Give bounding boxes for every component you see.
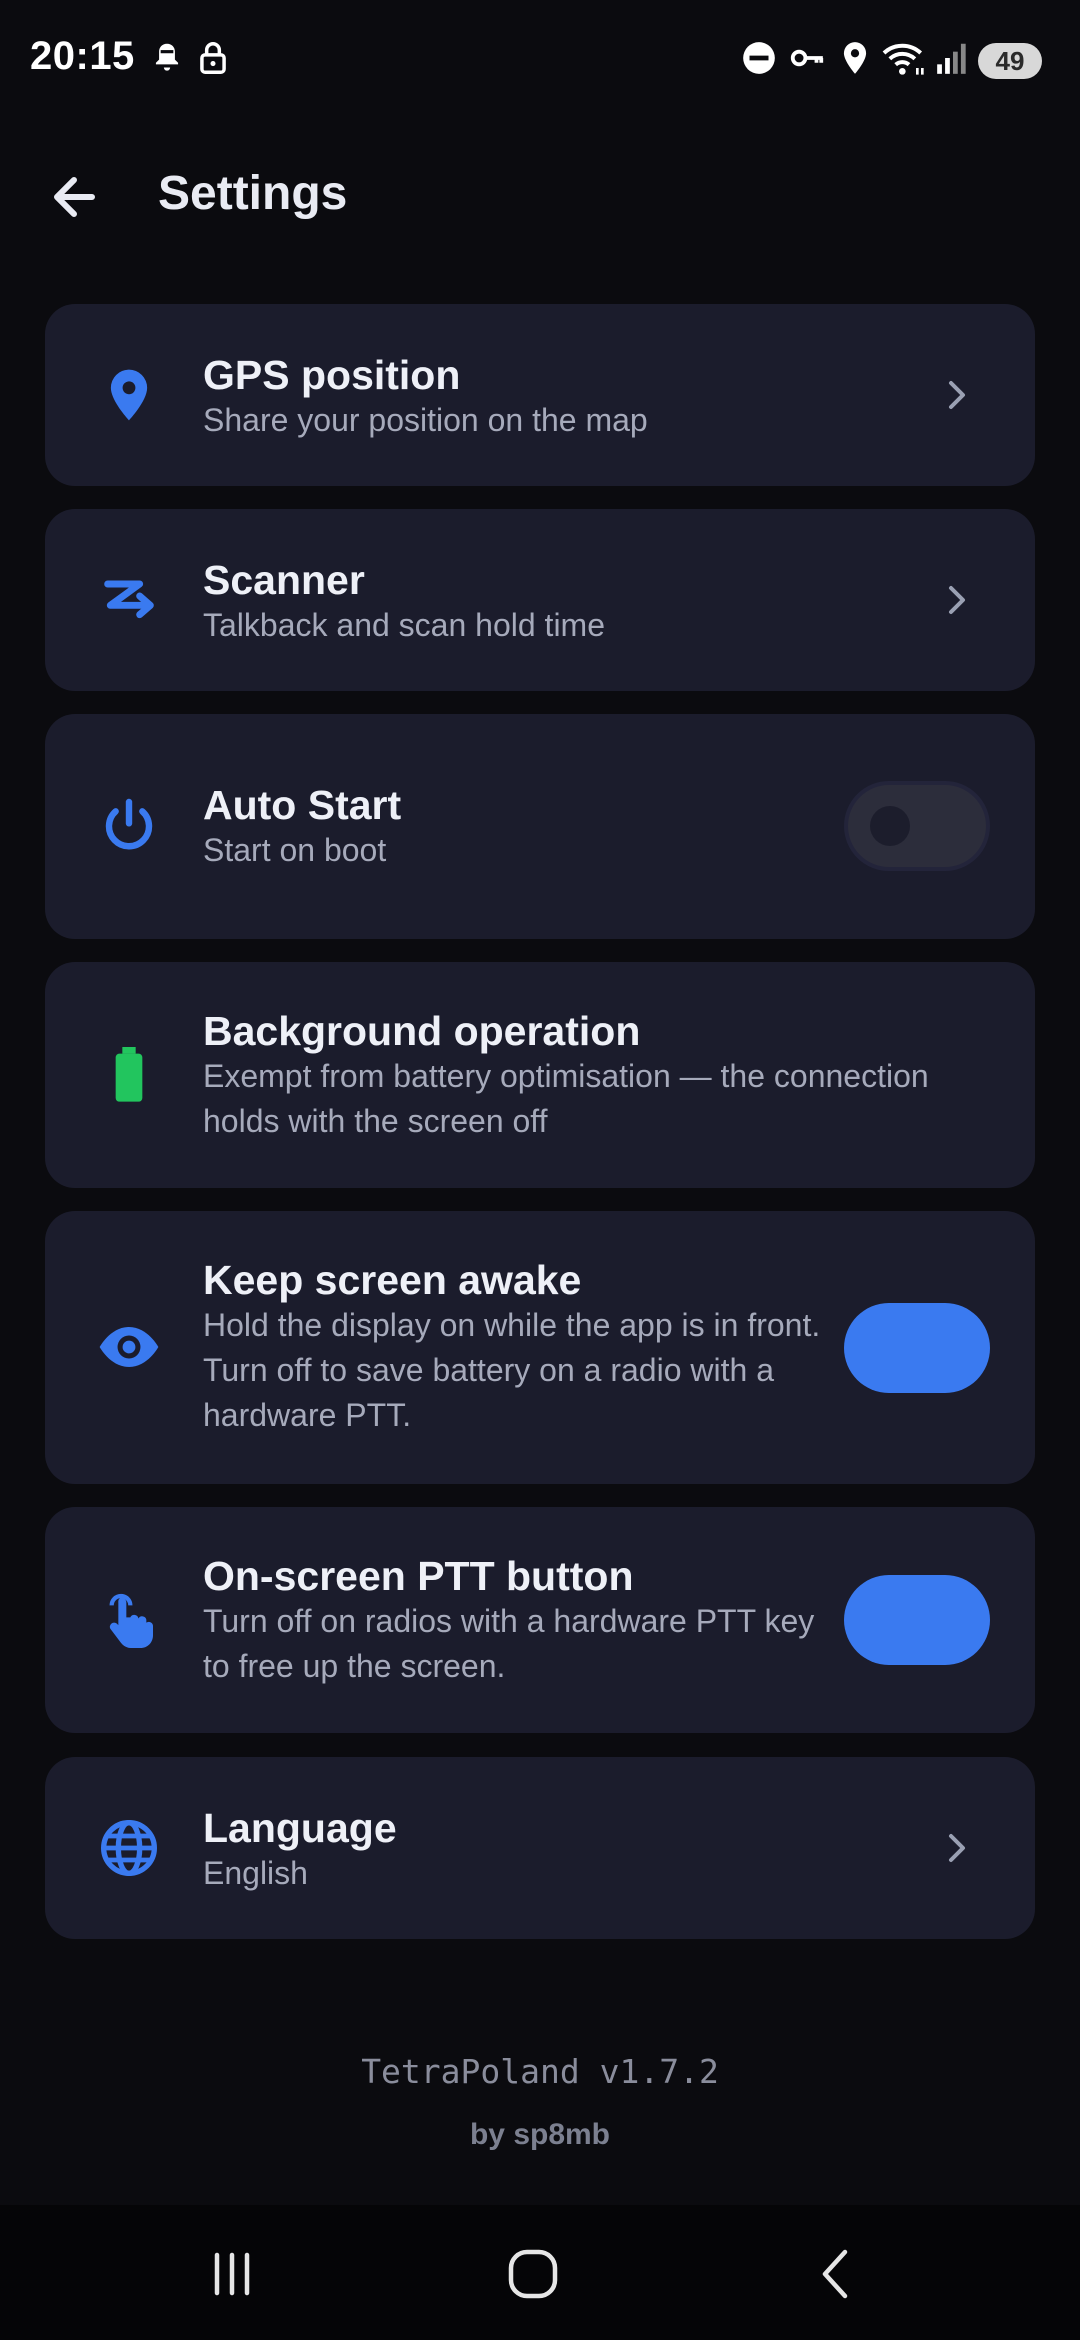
setting-title: Language [203,1805,397,1851]
setting-language[interactable]: Language English [45,1757,1035,1939]
power-icon [97,794,161,858]
location-icon [836,38,874,78]
setting-subtitle-line: Exempt from battery optimisation — the c… [203,1058,929,1094]
signal-icon [934,38,972,78]
home-button[interactable] [499,2241,569,2307]
setting-title: Keep screen awake [203,1257,582,1303]
setting-subtitle-line: holds with the screen off [203,1103,548,1139]
setting-auto-start[interactable]: Auto Start Start on boot [45,714,1035,939]
setting-subtitle: English [203,1855,308,1891]
app-header: Settings [0,150,1080,240]
setting-background-operation[interactable]: Background operation Exempt from battery… [45,962,1035,1188]
dnd-icon [740,38,778,78]
app-version: TetraPoland v1.7.2 [361,2052,719,2091]
scanner-icon [97,568,161,632]
setting-subtitle: Share your position on the map [203,402,648,438]
wifi-icon [880,38,928,78]
setting-keep-screen-awake[interactable]: Keep screen awake Hold the display on wh… [45,1211,1035,1484]
recents-icon [214,2252,250,2296]
auto-start-toggle[interactable] [844,781,990,871]
chevron-right-icon [939,576,975,624]
eye-icon [97,1315,161,1379]
keep-screen-awake-toggle[interactable] [844,1303,990,1393]
setting-subtitle-line: hardware PTT. [203,1397,412,1433]
setting-subtitle: Start on boot [203,832,387,868]
arrow-left-icon [54,177,95,217]
chevron-right-icon [939,371,975,419]
setting-text: Language English [203,1805,895,1896]
home-icon [508,2249,558,2299]
status-bar: 20:15 49 [0,0,1080,120]
setting-scanner[interactable]: Scanner Talkback and scan hold time [45,509,1035,691]
location-pin-icon [97,363,161,427]
setting-text: Scanner Talkback and scan hold time [203,557,895,648]
setting-title: Scanner [203,557,365,603]
status-time: 20:15 [30,34,135,78]
setting-subtitle: Talkback and scan hold time [203,607,605,643]
page-title: Settings [158,167,348,220]
back-chevron-icon [822,2249,848,2299]
setting-title: GPS position [203,352,461,398]
notification-bell-icon [148,38,186,78]
setting-text: Auto Start Start on boot [203,782,895,873]
vpn-key-icon [788,38,826,78]
setting-title: Background operation [203,1008,641,1054]
toggle-knob [870,806,910,846]
navigation-bar [0,2205,1080,2340]
nav-back-button[interactable] [801,2241,871,2307]
setting-text: Background operation Exempt from battery… [203,1008,995,1144]
battery-icon [97,1043,161,1107]
recents-button[interactable] [197,2241,267,2307]
globe-icon [97,1816,161,1880]
setting-gps-position[interactable]: GPS position Share your position on the … [45,304,1035,486]
back-button[interactable] [40,164,116,230]
battery-indicator: 49 [978,43,1042,79]
app-author: by sp8mb [469,2118,611,2151]
on-screen-ptt-toggle[interactable] [844,1575,990,1665]
lock-icon [194,38,232,78]
touch-icon [97,1588,161,1652]
setting-on-screen-ptt[interactable]: On-screen PTT button Turn off on radios … [45,1507,1035,1733]
setting-text: GPS position Share your position on the … [203,352,895,443]
setting-title: Auto Start [203,782,402,828]
chevron-right-icon [939,1824,975,1872]
